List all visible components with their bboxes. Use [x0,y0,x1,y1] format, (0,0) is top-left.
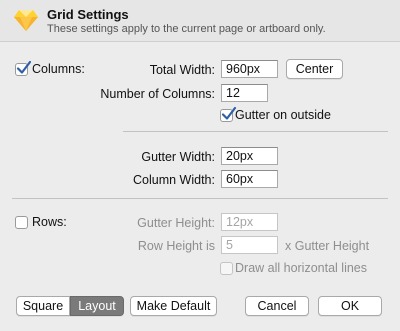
rows-checkbox[interactable] [15,216,28,229]
gutter-width-label: Gutter Width: [141,150,215,164]
total-width-field[interactable]: 960px [221,60,278,78]
draw-all-lines-checkbox[interactable] [220,262,233,275]
layout-button[interactable]: Layout [70,296,124,316]
section-divider [123,131,388,132]
columns-checkbox[interactable] [15,60,32,76]
row-height-suffix: x Gutter Height [285,239,370,253]
square-button[interactable]: Square [16,296,70,316]
gutter-width-field[interactable]: 20px [221,147,278,165]
ok-button[interactable]: OK [318,296,382,316]
cancel-button[interactable]: Cancel [245,296,309,316]
dialog-subtitle: These settings apply to the current page… [47,23,326,35]
section-divider [12,198,388,199]
columns-label: Columns: [32,62,85,76]
checkmark-icon [16,60,32,74]
dialog-title: Grid Settings [47,7,129,22]
number-of-columns-label: Number of Columns: [100,87,215,101]
row-height-field[interactable]: 5 [221,236,278,254]
row-height-label: Row Height is [137,239,215,253]
make-default-button[interactable]: Make Default [130,296,217,316]
sketch-logo-icon [14,10,38,31]
gutter-height-label: Gutter Height: [137,216,215,230]
total-width-label: Total Width: [149,63,215,77]
gutter-height-field[interactable]: 12px [221,213,278,231]
gutter-on-outside-checkbox[interactable] [220,106,237,122]
gutter-on-outside-label: Gutter on outside [235,108,331,122]
column-width-field[interactable]: 60px [221,170,278,188]
number-of-columns-field[interactable]: 12 [221,84,268,102]
column-width-label: Column Width: [133,173,215,187]
center-button[interactable]: Center [286,59,343,79]
draw-all-lines-label: Draw all horizontal lines [235,261,368,275]
rows-label: Rows: [32,215,67,229]
